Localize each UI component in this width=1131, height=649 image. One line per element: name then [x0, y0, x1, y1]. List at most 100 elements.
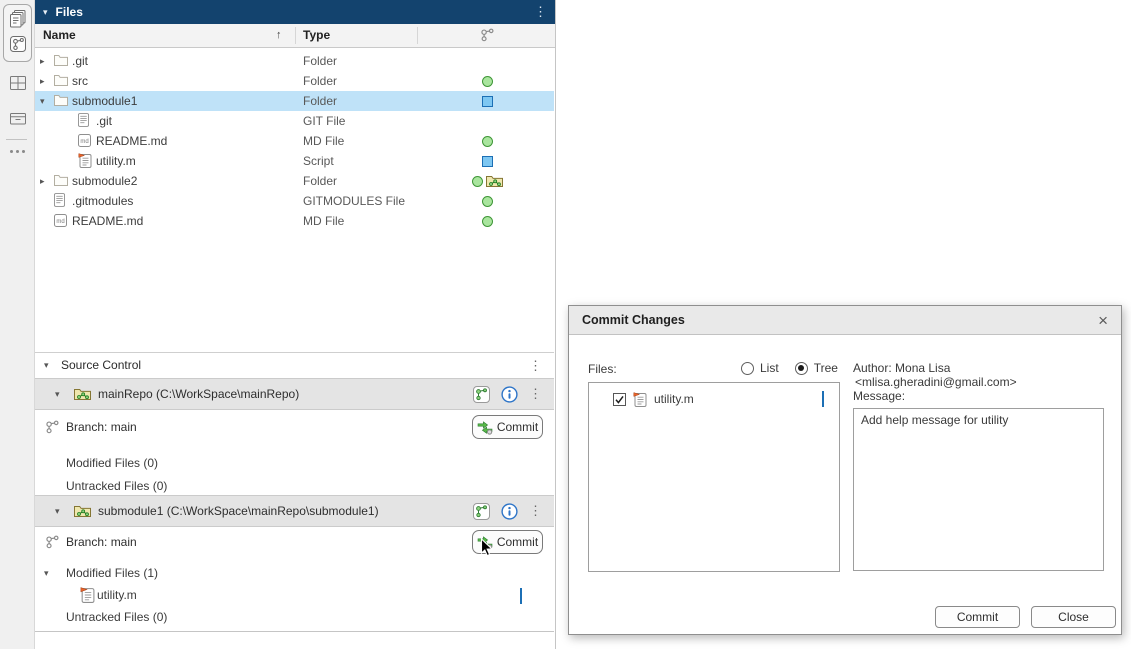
documents-panel-icon[interactable] — [7, 8, 28, 29]
branch-label: Branch: main — [66, 412, 137, 442]
more-options-icon[interactable] — [0, 150, 35, 153]
source-control-header[interactable]: ▾ Source Control ⋮ — [35, 352, 554, 378]
commit-file-list[interactable]: utility.m — [588, 382, 840, 572]
collapse-arrow-icon[interactable]: ▾ — [55, 379, 60, 409]
file-row[interactable]: ▸ submodule2 Folder — [35, 171, 554, 191]
toolstrip-divider — [6, 139, 27, 140]
collapse-arrow-icon[interactable]: ▾ — [44, 565, 49, 581]
modified-files-section[interactable]: Modified Files (0) — [66, 455, 158, 471]
file-type: Folder — [303, 51, 337, 71]
status-clean-icon — [482, 216, 493, 227]
checkbox-checked[interactable] — [613, 393, 626, 406]
source-control-title: Source Control — [61, 353, 141, 378]
file-row[interactable]: README.md MD File — [35, 211, 554, 231]
untracked-files-section[interactable]: Untracked Files (0) — [66, 609, 167, 625]
source-control-panel-icon[interactable] — [7, 33, 28, 54]
author-block: Author: Mona Lisa <mlisa.gheradini@gmail… — [853, 361, 1017, 403]
file-name: utility.m — [97, 585, 137, 605]
file-type: MD File — [303, 131, 344, 151]
column-name[interactable]: Name — [43, 24, 76, 47]
dialog-close-button[interactable]: Close — [1031, 606, 1116, 628]
repo-header-mainrepo[interactable]: ▾ mainRepo (C:\WorkSpace\mainRepo) ⋮ — [35, 378, 554, 410]
branch-row: Branch: main Commit — [35, 527, 554, 557]
file-name: submodule1 — [72, 91, 137, 111]
layout-grid-icon[interactable] — [7, 72, 28, 93]
file-name: README.md — [96, 131, 167, 151]
dialog-title: Commit Changes — [582, 313, 685, 327]
info-icon[interactable] — [501, 503, 518, 520]
files-panel-header[interactable]: ▾ Files ⋮ — [35, 0, 555, 24]
git-file-icon — [54, 193, 65, 207]
close-icon[interactable]: × — [1098, 312, 1108, 329]
file-name: utility.m — [654, 392, 694, 406]
file-row[interactable]: ▸ .git Folder — [35, 51, 554, 71]
status-clean-icon — [472, 176, 483, 187]
file-name: submodule2 — [72, 171, 137, 191]
repo-folder-icon — [74, 388, 91, 401]
status-modified-icon — [822, 391, 824, 407]
collapse-arrow-icon[interactable]: ▾ — [40, 91, 45, 111]
script-file-icon — [80, 587, 95, 603]
dialog-commit-button[interactable]: Commit — [935, 606, 1020, 628]
sort-ascending-icon[interactable]: ↑ — [276, 24, 282, 47]
dialog-titlebar[interactable]: Commit Changes × — [569, 306, 1121, 335]
expand-arrow-icon[interactable]: ▸ — [40, 171, 45, 191]
file-name: README.md — [72, 211, 143, 231]
commit-file-row[interactable]: utility.m — [589, 388, 839, 410]
list-radio[interactable] — [741, 362, 754, 375]
collapse-arrow-icon[interactable]: ▾ — [44, 353, 49, 378]
collapse-arrow-icon[interactable]: ▾ — [55, 496, 60, 526]
untracked-files-section[interactable]: Untracked Files (0) — [66, 478, 167, 494]
tree-radio[interactable] — [795, 362, 808, 375]
file-type: MD File — [303, 211, 344, 231]
view-toggle: List Tree — [741, 361, 838, 375]
expand-arrow-icon[interactable]: ▸ — [40, 51, 45, 71]
md-file-icon — [78, 134, 91, 147]
file-row[interactable]: .git GIT File — [35, 111, 554, 131]
file-name: .git — [72, 51, 88, 71]
panel-box-icon[interactable] — [7, 107, 28, 128]
repo-label: mainRepo (C:\WorkSpace\mainRepo) — [98, 379, 299, 409]
files-menu-icon[interactable]: ⋮ — [534, 4, 547, 20]
column-git-status[interactable] — [417, 28, 557, 42]
file-name: src — [72, 71, 88, 91]
git-file-icon — [78, 113, 89, 127]
file-row[interactable]: ▸ src Folder — [35, 71, 554, 91]
modified-file-row[interactable]: utility.m — [35, 585, 554, 605]
repo-header-submodule1[interactable]: ▾ submodule1 (C:\WorkSpace\mainRepo\subm… — [35, 495, 554, 527]
author-name: Author: Mona Lisa — [853, 361, 1017, 375]
script-file-icon — [78, 153, 92, 168]
status-clean-icon — [482, 76, 493, 87]
files-label: Files: — [588, 362, 617, 376]
branch-icon — [45, 420, 59, 434]
collapse-arrow-icon[interactable]: ▾ — [43, 7, 48, 18]
tree-radio-label[interactable]: Tree — [814, 361, 838, 375]
source-control-menu-icon[interactable]: ⋮ — [529, 353, 542, 378]
file-type: Folder — [303, 171, 337, 191]
column-type[interactable]: Type — [303, 24, 330, 47]
repo-folder-icon — [74, 505, 91, 518]
branch-row: Branch: main Commit — [35, 412, 554, 442]
commit-message-input[interactable]: Add help message for utility — [853, 408, 1104, 571]
file-row[interactable]: .gitmodules GITMODULES File — [35, 191, 554, 211]
file-row-selected[interactable]: ▾ submodule1 Folder — [35, 91, 554, 111]
list-radio-label[interactable]: List — [760, 361, 779, 375]
file-type: Folder — [303, 71, 337, 91]
file-name: utility.m — [96, 151, 136, 171]
commit-changes-dialog: Commit Changes × Files: List Tree utilit… — [568, 305, 1122, 635]
script-file-icon — [633, 392, 647, 407]
info-icon[interactable] — [501, 386, 518, 403]
repo-label: submodule1 (C:\WorkSpace\mainRepo\submod… — [98, 496, 379, 526]
modified-files-section[interactable]: Modified Files (1) — [66, 565, 158, 581]
branch-label: Branch: main — [66, 527, 137, 557]
commit-button[interactable]: Commit — [472, 415, 543, 439]
message-label: Message: — [853, 389, 1017, 403]
branches-icon[interactable] — [473, 503, 490, 520]
file-row[interactable]: README.md MD File — [35, 131, 554, 151]
repo-menu-icon[interactable]: ⋮ — [529, 386, 542, 402]
expand-arrow-icon[interactable]: ▸ — [40, 71, 45, 91]
file-row[interactable]: utility.m Script — [35, 151, 554, 171]
repo-menu-icon[interactable]: ⋮ — [529, 503, 542, 519]
branches-icon[interactable] — [473, 386, 490, 403]
folder-icon — [54, 94, 68, 106]
